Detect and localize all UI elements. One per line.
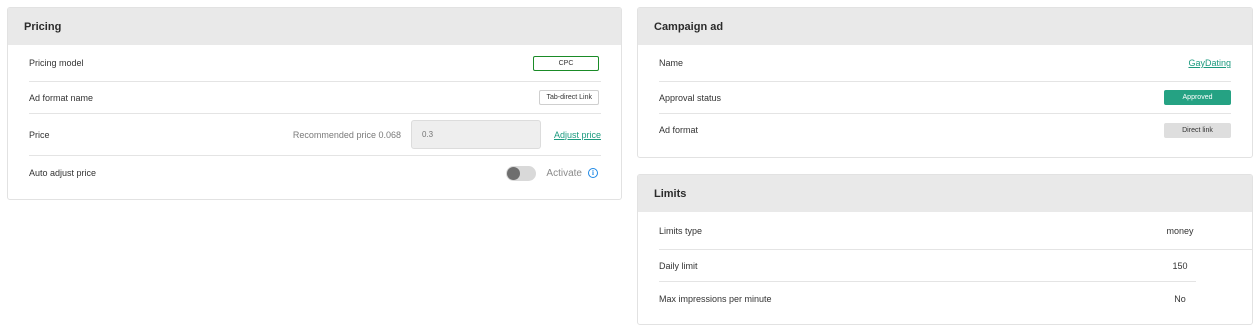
limits-type-value: money [1166,225,1194,236]
daily-limit-value: 150 [1172,260,1188,271]
campaign-ad-card: Campaign ad Name GayDating Approval stat… [637,7,1253,158]
approval-status-badge: Approved [1164,90,1231,105]
ad-format-label: Ad format [659,125,699,135]
adjust-price-link[interactable]: Adjust price [554,130,601,140]
campaign-title: Campaign ad [654,20,724,33]
recommended-price: Recommended price 0.068 [292,129,401,140]
max-impressions-label: Max impressions per minute [659,294,772,304]
campaign-name-label: Name [659,58,684,68]
limits-type-row: Limits type money [659,212,1252,250]
ad-format-name-label: Ad format name [29,92,94,103]
pricing-title: Pricing [24,20,62,33]
campaign-header: Campaign ad [638,8,1252,45]
limits-title: Limits [654,187,687,200]
campaign-name-row: Name GayDating [659,45,1231,82]
daily-limit-row: Daily limit 150 [659,250,1196,282]
ad-format-row: Ad format Direct link [659,114,1231,146]
activate-label: Activate [546,167,582,179]
toggle-knob [507,166,521,180]
limits-header: Limits [638,175,1252,212]
auto-adjust-toggle[interactable] [506,165,537,181]
approval-status-label: Approval status [659,92,722,103]
price-row: Price Recommended price 0.068 Adjust pri… [29,114,601,156]
max-impressions-value: No [1174,294,1186,304]
auto-adjust-label: Auto adjust price [29,168,97,178]
pricing-header: Pricing [8,8,621,45]
limits-card: Limits Limits type money Daily limit 150… [637,174,1253,325]
approval-status-row: Approval status Approved [659,82,1231,114]
price-input[interactable] [410,120,541,149]
price-label: Price [29,129,50,140]
ad-format-name-tag: Tab-direct Link [539,90,599,105]
auto-adjust-row: Auto adjust price Activate i [29,156,601,190]
max-impressions-row: Max impressions per minute No [659,282,1252,316]
pricing-model-label: Pricing model [29,58,84,68]
ad-format-name-row: Ad format name Tab-direct Link [29,82,601,114]
daily-limit-label: Daily limit [659,260,698,271]
ad-format-badge: Direct link [1164,122,1231,138]
pricing-model-row: Pricing model CPC [29,45,601,82]
info-icon[interactable]: i [588,168,598,178]
pricing-model-tag: CPC [533,55,599,71]
limits-type-label: Limits type [659,225,703,236]
pricing-card: Pricing Pricing model CPC Ad format name… [7,7,622,200]
campaign-name-link[interactable]: GayDating [1188,58,1231,68]
